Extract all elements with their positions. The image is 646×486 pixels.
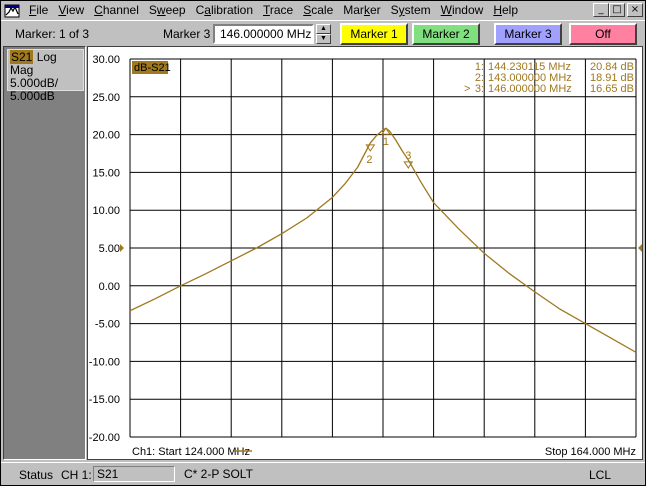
marker-1-button[interactable]: Marker 1 bbox=[340, 23, 408, 45]
spin-up-icon[interactable]: ▲ bbox=[316, 24, 331, 34]
marker-2-label: 2 bbox=[366, 154, 372, 166]
status-calibration: C* 2-P SOLT bbox=[184, 467, 253, 481]
sweep-start-label: Ch1: Start 124.000 MHz bbox=[132, 446, 250, 458]
menu-scale[interactable]: Scale bbox=[298, 2, 338, 19]
menu-help[interactable]: Help bbox=[488, 2, 523, 19]
y-tick-label: 5.00 bbox=[99, 243, 120, 255]
marker-table-freq: 146.000000 MHz bbox=[488, 83, 572, 95]
menu-channel[interactable]: Channel bbox=[89, 2, 144, 19]
active-marker-indicator: > bbox=[464, 83, 470, 95]
menu-window[interactable]: Window bbox=[436, 2, 489, 19]
chart-svg: 30.00 25.00 20.00 15.00 10.00 5.00 0.00 -5.00 -1… bbox=[89, 54, 642, 458]
spin-down-icon[interactable]: ▼ bbox=[316, 34, 331, 44]
active-marker-label: Marker 3 bbox=[163, 27, 211, 41]
marker-table-num: 3: bbox=[475, 83, 484, 95]
marker-toolbar: Marker: 1 of 3 Marker 3 146.000000 MHz ▲… bbox=[1, 20, 645, 46]
marker-count-label: Marker: 1 of 3 bbox=[15, 27, 90, 41]
menu-trace[interactable]: Trace bbox=[258, 2, 298, 19]
marker-off-button[interactable]: Off bbox=[569, 23, 637, 45]
trace-tag: dB-S21 bbox=[134, 62, 171, 74]
marker-2-button[interactable]: Marker 2 bbox=[412, 23, 480, 45]
marker-3-label: 3 bbox=[405, 150, 411, 162]
trace-reference: 5.000dB bbox=[10, 89, 55, 103]
menu-system[interactable]: System bbox=[386, 2, 436, 19]
window-controls: _ □ × bbox=[593, 3, 643, 17]
ref-level-right-icon bbox=[638, 244, 642, 252]
menu-marker[interactable]: Marker bbox=[338, 2, 385, 19]
sweep-stop-label: Stop 164.000 MHz bbox=[545, 446, 636, 458]
menu-view[interactable]: View bbox=[53, 2, 89, 19]
menu-bar: File View Channel Sweep Calibration Trace Scal… bbox=[1, 1, 645, 20]
menu-calibration[interactable]: Calibration bbox=[191, 2, 258, 19]
restore-button[interactable]: □ bbox=[609, 3, 625, 17]
status-mode: LCL bbox=[589, 468, 612, 482]
y-tick-label: -15.00 bbox=[89, 394, 120, 406]
y-tick-label: 25.00 bbox=[92, 92, 120, 104]
y-tick-label: -20.00 bbox=[89, 432, 120, 444]
frequency-spinner[interactable]: ▲ ▼ bbox=[316, 24, 331, 44]
marker-table-value: 16.65 dB bbox=[590, 83, 634, 95]
marker-1-label: 1 bbox=[383, 136, 389, 148]
status-bar: Status CH 1: S21 C* 2-P SOLT LCL bbox=[1, 462, 645, 484]
trace-panel: S21 Log Mag 5.000dB/ 5.000dB bbox=[3, 46, 86, 460]
y-tick-label: 10.00 bbox=[92, 205, 120, 217]
menu-sweep[interactable]: Sweep bbox=[144, 2, 191, 19]
status-channel: CH 1: bbox=[61, 468, 92, 482]
app-icon[interactable] bbox=[4, 3, 20, 19]
trace-info-box[interactable]: S21 Log Mag 5.000dB/ 5.000dB bbox=[7, 49, 84, 103]
chart-area[interactable]: 30.00 25.00 20.00 15.00 10.00 5.00 0.00 -5.00 -1… bbox=[87, 46, 643, 460]
y-tick-label: 20.00 bbox=[92, 130, 120, 142]
y-tick-label: 30.00 bbox=[92, 54, 120, 66]
close-button[interactable]: × bbox=[627, 3, 643, 17]
status-label: Status bbox=[19, 468, 54, 482]
y-tick-label: 15.00 bbox=[92, 167, 120, 179]
trace-id-badge: S21 bbox=[10, 50, 34, 64]
marker-frequency-input[interactable]: 146.000000 MHz bbox=[213, 24, 314, 44]
y-tick-label: 0.00 bbox=[99, 281, 120, 293]
y-tick-label: -5.00 bbox=[95, 319, 120, 331]
menu-file[interactable]: File bbox=[24, 2, 53, 19]
status-param: S21 bbox=[93, 466, 175, 482]
ref-level-left-icon bbox=[120, 244, 124, 252]
y-tick-label: -10.00 bbox=[89, 356, 120, 368]
minimize-button[interactable]: _ bbox=[593, 3, 609, 17]
marker-3-button[interactable]: Marker 3 bbox=[494, 23, 562, 45]
